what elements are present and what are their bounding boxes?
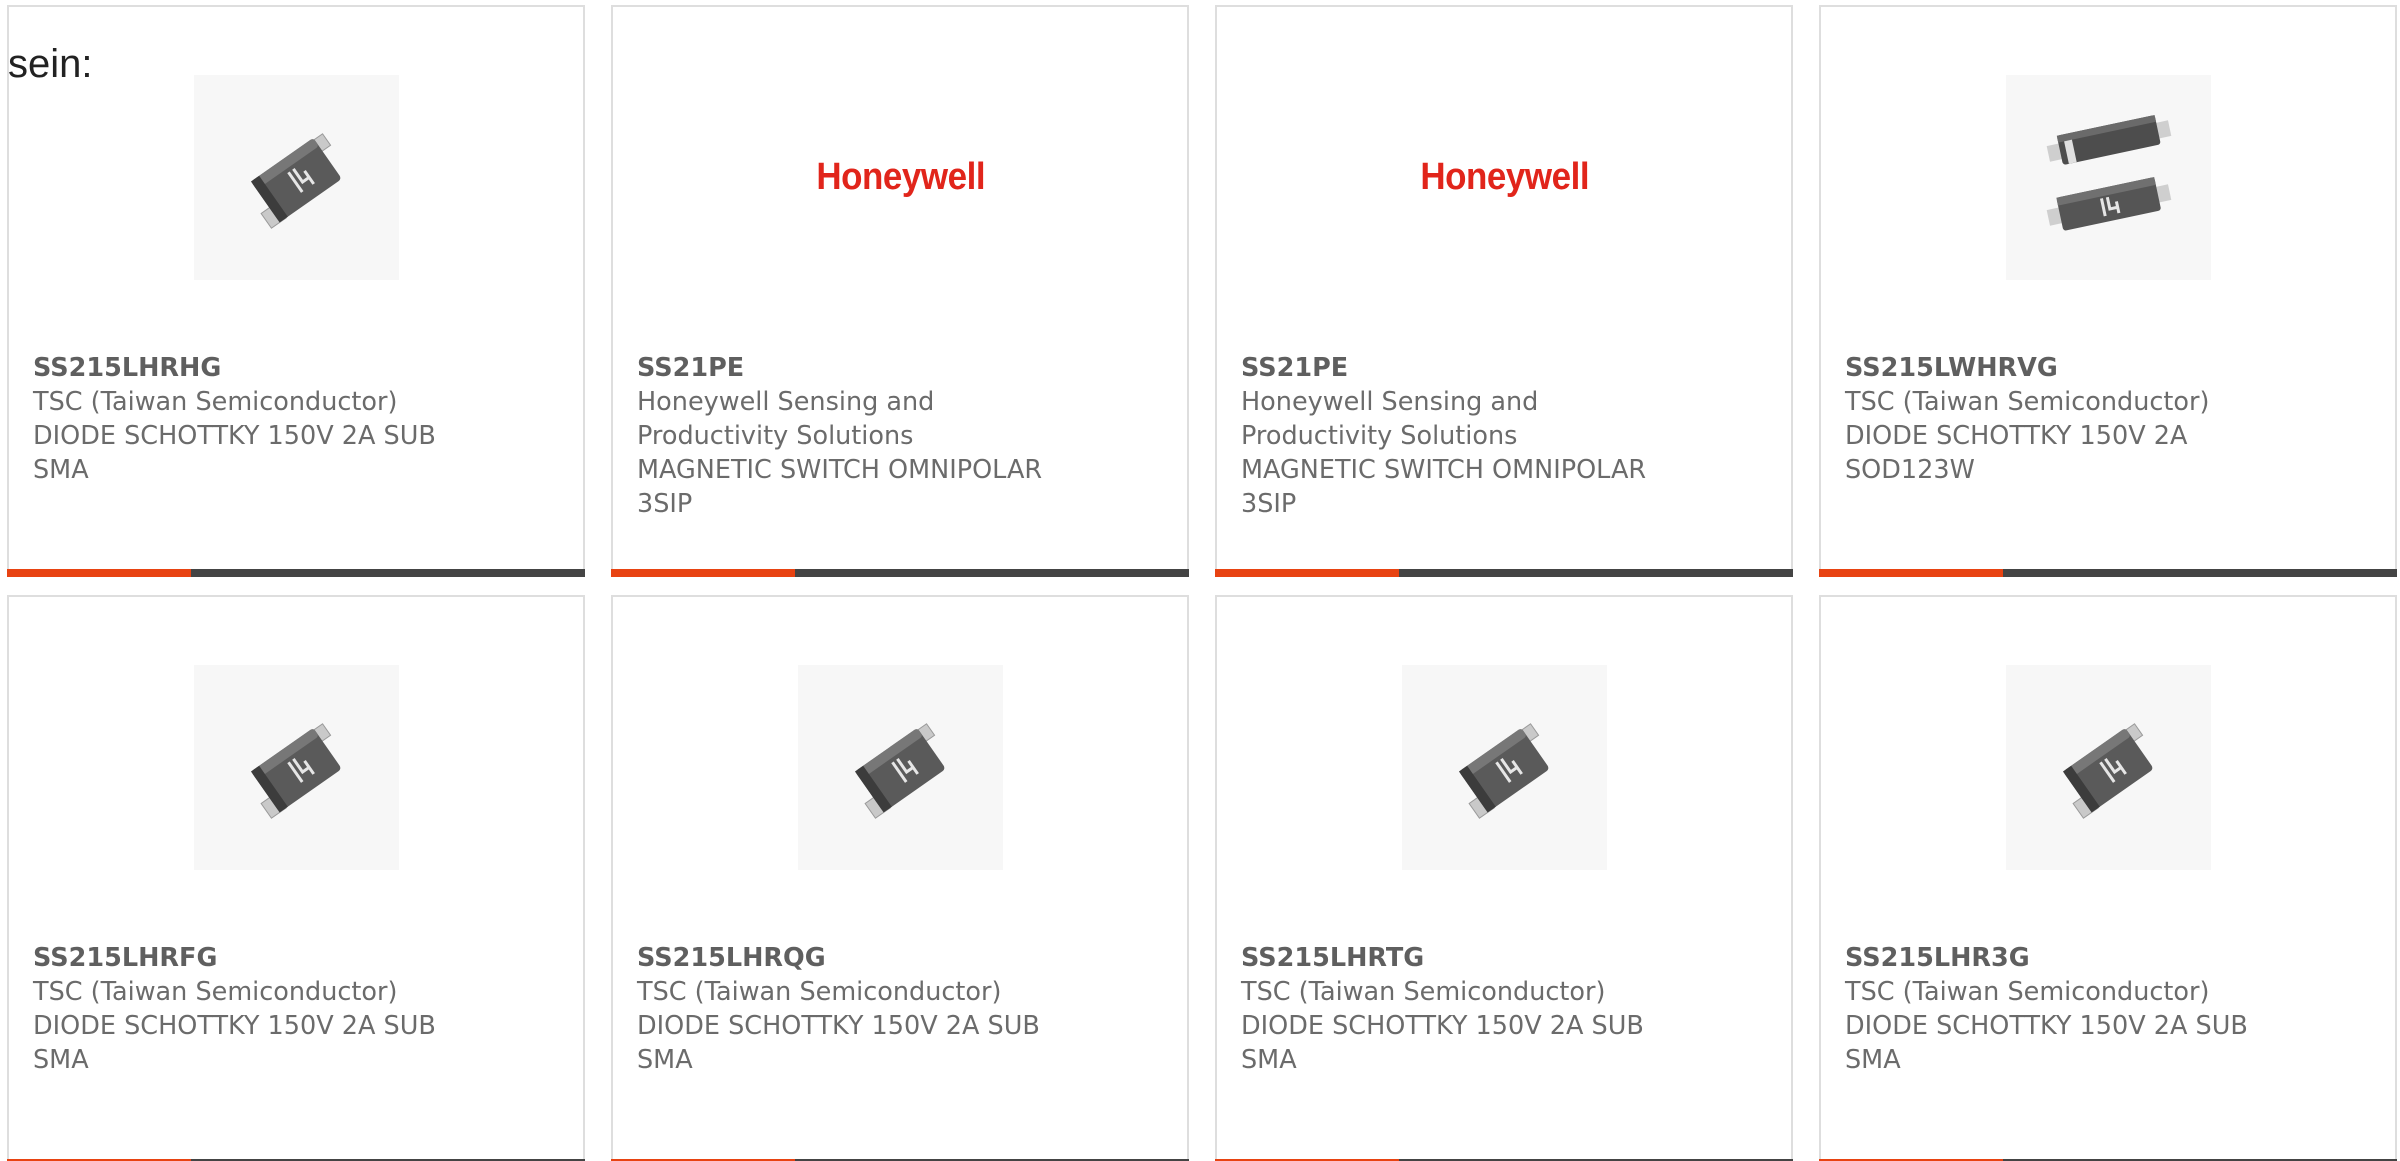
page: sein: SS215LHRHG TSC (Taiwan Semiconducto… bbox=[0, 0, 2400, 1161]
manufacturer-name: TSC (Taiwan Semiconductor) bbox=[1845, 977, 2210, 1007]
product-description: MAGNETIC SWITCH OMNIPOLAR 3SIP bbox=[637, 455, 1043, 519]
product-details: SS215LHRHG TSC (Taiwan Semiconductor) DIOD… bbox=[33, 351, 483, 487]
product-image[interactable] bbox=[1402, 665, 1607, 870]
manufacturer-name: Honeywell Sensing and Productivity Solut… bbox=[1241, 387, 1539, 451]
part-number[interactable]: SS215LHRFG bbox=[33, 941, 483, 975]
product-description: DIODE SCHOTTKY 150V 2A SUB SMA bbox=[1845, 1011, 2248, 1075]
product-description: DIODE SCHOTTKY 150V 2A SUB SMA bbox=[33, 1011, 436, 1075]
sma-diode-package-icon bbox=[2062, 722, 2152, 819]
sma-diode-package-icon bbox=[250, 132, 340, 229]
product-image[interactable] bbox=[2006, 75, 2211, 280]
product-card[interactable]: SS215LHRFG TSC (Taiwan Semiconductor) DIOD… bbox=[7, 595, 585, 1161]
intro-text: sein: bbox=[8, 42, 93, 86]
product-image[interactable] bbox=[2006, 665, 2211, 870]
manufacturer-name: TSC (Taiwan Semiconductor) bbox=[1845, 387, 2210, 417]
card-accent-bar bbox=[7, 569, 191, 577]
product-details: SS21PE Honeywell Sensing and Productivity… bbox=[1241, 351, 1691, 521]
sma-diode-package-icon bbox=[854, 722, 944, 819]
manufacturer-logo: Honeywell bbox=[1420, 156, 1589, 198]
card-accent-bar bbox=[611, 569, 795, 577]
product-details: SS215LWHRVG TSC (Taiwan Semiconductor) DIO… bbox=[1845, 351, 2295, 487]
manufacturer-name: TSC (Taiwan Semiconductor) bbox=[33, 977, 398, 1007]
sma-diode-package-icon bbox=[1458, 722, 1548, 819]
product-details: SS21PE Honeywell Sensing and Productivity… bbox=[637, 351, 1087, 521]
manufacturer-name: TSC (Taiwan Semiconductor) bbox=[33, 387, 398, 417]
product-description: DIODE SCHOTTKY 150V 2A SUB SMA bbox=[33, 421, 436, 485]
product-description: DIODE SCHOTTKY 150V 2A SOD123W bbox=[1845, 421, 2188, 485]
product-card[interactable]: SS215LHRQG TSC (Taiwan Semiconductor) DIOD… bbox=[611, 595, 1189, 1161]
product-card[interactable]: SS215LHR3G TSC (Taiwan Semiconductor) DIOD… bbox=[1819, 595, 2397, 1161]
product-image[interactable] bbox=[194, 75, 399, 280]
part-number[interactable]: SS21PE bbox=[1241, 351, 1691, 385]
product-details: SS215LHRQG TSC (Taiwan Semiconductor) DIOD… bbox=[637, 941, 1087, 1077]
part-number[interactable]: SS215LHRQG bbox=[637, 941, 1087, 975]
card-accent-bar bbox=[1215, 569, 1399, 577]
part-number[interactable]: SS215LHRTG bbox=[1241, 941, 1691, 975]
card-bottom-bar bbox=[1819, 569, 2397, 577]
product-details: SS215LHR3G TSC (Taiwan Semiconductor) DIOD… bbox=[1845, 941, 2295, 1077]
manufacturer-logo: Honeywell bbox=[816, 156, 985, 198]
card-bottom-bar bbox=[1215, 569, 1793, 577]
product-card[interactable]: SS215LWHRVG TSC (Taiwan Semiconductor) DIO… bbox=[1819, 5, 2397, 577]
product-details: SS215LHRTG TSC (Taiwan Semiconductor) DIOD… bbox=[1241, 941, 1691, 1077]
card-bottom-bar bbox=[7, 569, 585, 577]
product-card[interactable]: Honeywell SS21PE Honeywell Sensing and Pro… bbox=[611, 5, 1189, 577]
product-description: DIODE SCHOTTKY 150V 2A SUB SMA bbox=[637, 1011, 1040, 1075]
part-number[interactable]: SS21PE bbox=[637, 351, 1087, 385]
product-image[interactable]: Honeywell bbox=[798, 75, 1003, 280]
product-details: SS215LHRFG TSC (Taiwan Semiconductor) DIOD… bbox=[33, 941, 483, 1077]
sma-diode-package-icon bbox=[250, 722, 340, 819]
part-number[interactable]: SS215LHR3G bbox=[1845, 941, 2295, 975]
product-image[interactable] bbox=[798, 665, 1003, 870]
sod123w-diode-package-icon bbox=[2046, 114, 2171, 230]
card-accent-bar bbox=[1819, 569, 2003, 577]
product-grid: SS215LHRHG TSC (Taiwan Semiconductor) DIOD… bbox=[7, 5, 2397, 1161]
manufacturer-name: TSC (Taiwan Semiconductor) bbox=[637, 977, 1002, 1007]
product-description: MAGNETIC SWITCH OMNIPOLAR 3SIP bbox=[1241, 455, 1647, 519]
product-image[interactable] bbox=[194, 665, 399, 870]
part-number[interactable]: SS215LWHRVG bbox=[1845, 351, 2295, 385]
product-description: DIODE SCHOTTKY 150V 2A SUB SMA bbox=[1241, 1011, 1644, 1075]
product-card[interactable]: SS215LHRTG TSC (Taiwan Semiconductor) DIOD… bbox=[1215, 595, 1793, 1161]
product-card[interactable]: SS215LHRHG TSC (Taiwan Semiconductor) DIOD… bbox=[7, 5, 585, 577]
card-bottom-bar bbox=[611, 569, 1189, 577]
product-image[interactable]: Honeywell bbox=[1402, 75, 1607, 280]
product-card[interactable]: Honeywell SS21PE Honeywell Sensing and Pro… bbox=[1215, 5, 1793, 577]
manufacturer-name: Honeywell Sensing and Productivity Solut… bbox=[637, 387, 935, 451]
part-number[interactable]: SS215LHRHG bbox=[33, 351, 483, 385]
manufacturer-name: TSC (Taiwan Semiconductor) bbox=[1241, 977, 1606, 1007]
